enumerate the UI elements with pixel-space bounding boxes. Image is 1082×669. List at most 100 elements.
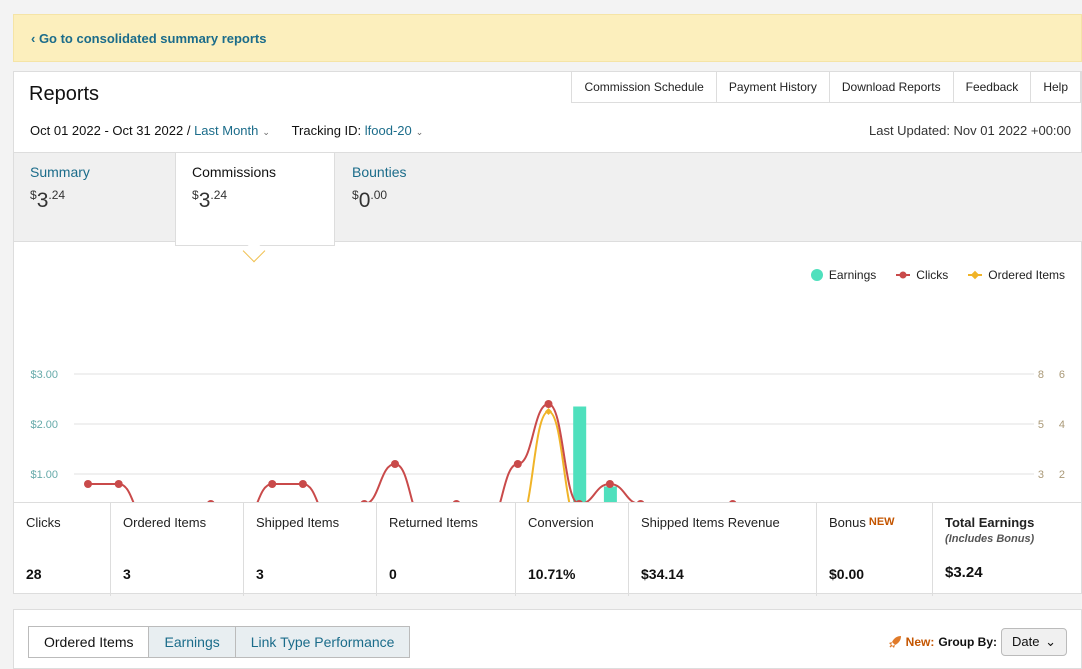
amount-cents: .24 xyxy=(210,188,228,202)
detail-card: Ordered Items Earnings Link Type Perform… xyxy=(13,609,1082,669)
period-selector[interactable]: Last Month ⌄ xyxy=(194,123,270,138)
nav-commission-schedule[interactable]: Commission Schedule xyxy=(571,72,717,103)
date-range: Oct 01 2022 - Oct 31 2022 / xyxy=(30,123,191,138)
chevron-down-icon: ⌄ xyxy=(262,127,270,137)
clicks-point xyxy=(513,460,522,468)
last-updated: Last Updated: Nov 01 2022 +00:00 xyxy=(868,123,1071,138)
new-label: New: xyxy=(905,635,935,649)
page-title: Reports xyxy=(29,83,100,105)
stat-label: Returned Items xyxy=(389,515,478,530)
stat-conversion: Conversion 10.71% xyxy=(516,503,629,596)
consolidated-banner: ‹ Go to consolidated summary reports xyxy=(13,14,1082,62)
clicks-point xyxy=(114,480,123,488)
stat-value: 28 xyxy=(26,566,42,582)
new-badge: NEW xyxy=(868,516,895,528)
stat-value: $0.00 xyxy=(829,566,865,582)
amount-cents: .24 xyxy=(48,188,66,202)
tracking-label: Tracking ID: xyxy=(291,123,362,138)
stat-bonus: Bonus NEW $0.00 xyxy=(817,503,933,596)
clicks-point xyxy=(268,480,277,488)
tab-ordered-items[interactable]: Ordered Items xyxy=(28,626,150,658)
stat-value: $34.14 xyxy=(641,566,684,582)
rocket-icon xyxy=(888,636,901,648)
date-row: Oct 01 2022 - Oct 31 2022 / Last Month ⌄ … xyxy=(30,123,423,138)
period-label: Last Month xyxy=(194,123,259,138)
ordered-line-icon xyxy=(968,270,983,280)
tracking-id-value: lfood-20 xyxy=(364,123,412,138)
amount-whole: 3 xyxy=(198,189,211,212)
tab-link-type-performance[interactable]: Link Type Performance xyxy=(234,626,411,658)
commissions-amount: $3.24 xyxy=(192,188,318,213)
currency-symbol: $ xyxy=(192,188,199,202)
stat-label: Shipped Items xyxy=(256,515,340,530)
chart-legend: Earnings Clicks Ordered Items xyxy=(791,268,1065,282)
tab-summary[interactable]: Summary $3.24 xyxy=(14,153,176,243)
nav-download-reports[interactable]: Download Reports xyxy=(828,72,954,103)
stat-label: Shipped Items Revenue xyxy=(641,515,780,530)
nav-payment-history[interactable]: Payment History xyxy=(715,72,830,103)
stat-total-earnings: Total Earnings (Includes Bonus) $3.24 xyxy=(933,503,1082,596)
group-by-label: Group By: xyxy=(938,635,997,649)
tab-commissions[interactable]: Commissions $3.24 xyxy=(175,153,335,246)
currency-symbol: $ xyxy=(30,188,37,202)
clicks-point xyxy=(298,480,307,488)
stat-label: Bonus NEW xyxy=(829,515,922,530)
chevron-down-icon: ⌄ xyxy=(415,127,424,137)
tab-commissions-label: Commissions xyxy=(192,164,277,180)
y-tick-label-left: $1.00 xyxy=(30,469,58,481)
clicks-point xyxy=(84,480,92,488)
group-by-select[interactable]: Date ⌄ xyxy=(1001,628,1067,656)
bonus-label: Bonus xyxy=(829,515,866,530)
ordered-items-point xyxy=(544,407,553,416)
stat-label: Total Earnings xyxy=(945,515,1035,530)
stat-value: 3 xyxy=(256,566,264,582)
legend-ordered-items[interactable]: Ordered Items xyxy=(968,268,1065,282)
tab-bounties[interactable]: Bounties $0.00 xyxy=(336,153,496,243)
y-tick-label-right: 8 xyxy=(1038,369,1044,381)
y-tick-label-right: 3 xyxy=(1038,469,1044,481)
amount-whole: 3 xyxy=(36,189,49,212)
stat-label: Clicks xyxy=(26,515,61,530)
stat-label: Ordered Items xyxy=(123,515,207,530)
tab-bounties-label: Bounties xyxy=(352,164,407,180)
consolidated-summary-link[interactable]: ‹ Go to consolidated summary reports xyxy=(31,31,267,46)
earnings-chart: $3.0086$2.0054$1.003200001 Oct0407101316… xyxy=(30,369,1065,502)
reports-card: Reports Commission Schedule Payment Hist… xyxy=(13,71,1082,596)
detail-tabs: Ordered Items Earnings Link Type Perform… xyxy=(28,626,411,658)
legend-earnings[interactable]: Earnings xyxy=(810,268,877,282)
y-tick-label-right: 5 xyxy=(1038,419,1044,431)
earnings-dot-icon xyxy=(810,269,823,281)
nav-feedback[interactable]: Feedback xyxy=(952,72,1032,103)
clicks-point xyxy=(605,480,614,488)
stat-value: 0 xyxy=(389,566,397,582)
ordered-items-line xyxy=(526,410,571,502)
nav-help[interactable]: Help xyxy=(1030,72,1081,103)
stat-sublabel: (Includes Bonus) xyxy=(945,533,1035,545)
legend-clicks[interactable]: Clicks xyxy=(896,268,948,282)
y-tick-label-left: $2.00 xyxy=(30,419,58,431)
bounties-amount: $0.00 xyxy=(352,188,480,213)
y-tick-label-right2: 6 xyxy=(1059,369,1065,381)
tab-summary-label: Summary xyxy=(30,164,90,180)
clicks-point xyxy=(544,400,553,408)
stats-row: Clicks 28 Ordered Items 3 Shipped Items 3 R… xyxy=(14,502,1082,596)
stat-shipped-items: Shipped Items 3 xyxy=(244,503,377,596)
stat-shipped-revenue: Shipped Items Revenue $34.14 xyxy=(629,503,817,596)
chevron-down-icon: ⌄ xyxy=(1045,634,1056,649)
earnings-bar xyxy=(573,406,587,502)
stat-value: 3 xyxy=(123,566,131,582)
group-by-control: New: Group By: Date ⌄ xyxy=(888,628,1067,656)
clicks-point xyxy=(391,460,399,468)
currency-symbol: $ xyxy=(352,188,359,202)
legend-ordered-label: Ordered Items xyxy=(988,268,1065,282)
summary-amount: $3.24 xyxy=(30,188,160,213)
legend-earnings-label: Earnings xyxy=(828,268,877,282)
clicks-line-icon xyxy=(896,271,911,279)
tab-earnings[interactable]: Earnings xyxy=(148,626,236,658)
top-nav: Commission Schedule Payment History Down… xyxy=(571,72,1081,103)
legend-clicks-label: Clicks xyxy=(916,268,949,282)
y-tick-label-right2: 4 xyxy=(1059,419,1065,431)
tracking-id-selector[interactable]: lfood-20 ⌄ xyxy=(365,123,424,138)
clicks-line xyxy=(88,402,636,502)
group-by-value: Date xyxy=(1012,634,1040,649)
